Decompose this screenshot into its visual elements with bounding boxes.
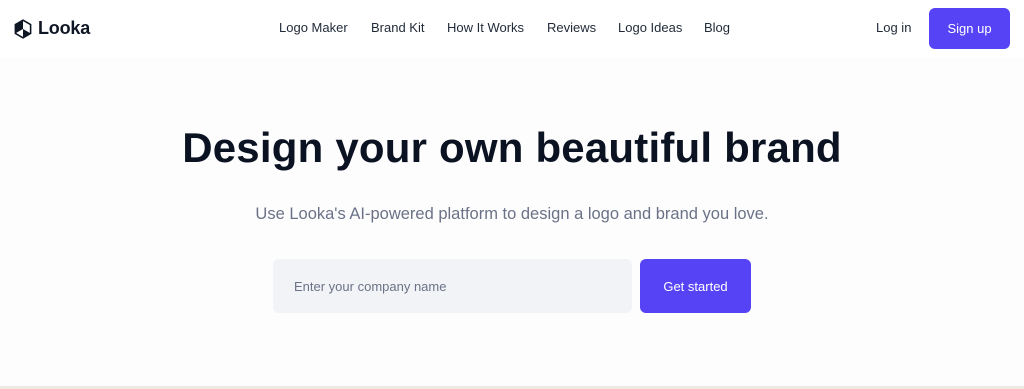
nav-reviews[interactable]: Reviews: [547, 20, 596, 35]
brand-logo[interactable]: Looka: [13, 18, 90, 39]
looka-hexagon-icon: [13, 18, 33, 39]
brand-name: Looka: [38, 18, 91, 38]
hero-section: Design your own beautiful brand Use Look…: [0, 58, 1024, 389]
signup-button[interactable]: Sign up: [929, 8, 1010, 49]
nav-logo-ideas[interactable]: Logo Ideas: [618, 20, 682, 35]
company-name-input[interactable]: [273, 259, 632, 313]
hero-headline: Design your own beautiful brand: [182, 124, 842, 171]
nav-how-it-works[interactable]: How It Works: [447, 20, 524, 35]
hero-subheadline: Use Looka's AI-powered platform to desig…: [255, 205, 769, 223]
nav-blog[interactable]: Blog: [704, 20, 730, 35]
top-navbar: Looka Logo Maker Brand Kit How It Works …: [0, 0, 1024, 58]
login-link[interactable]: Log in: [876, 20, 911, 35]
nav-logo-maker[interactable]: Logo Maker: [279, 20, 348, 35]
get-started-button[interactable]: Get started: [640, 259, 751, 313]
nav-brand-kit[interactable]: Brand Kit: [371, 20, 424, 35]
